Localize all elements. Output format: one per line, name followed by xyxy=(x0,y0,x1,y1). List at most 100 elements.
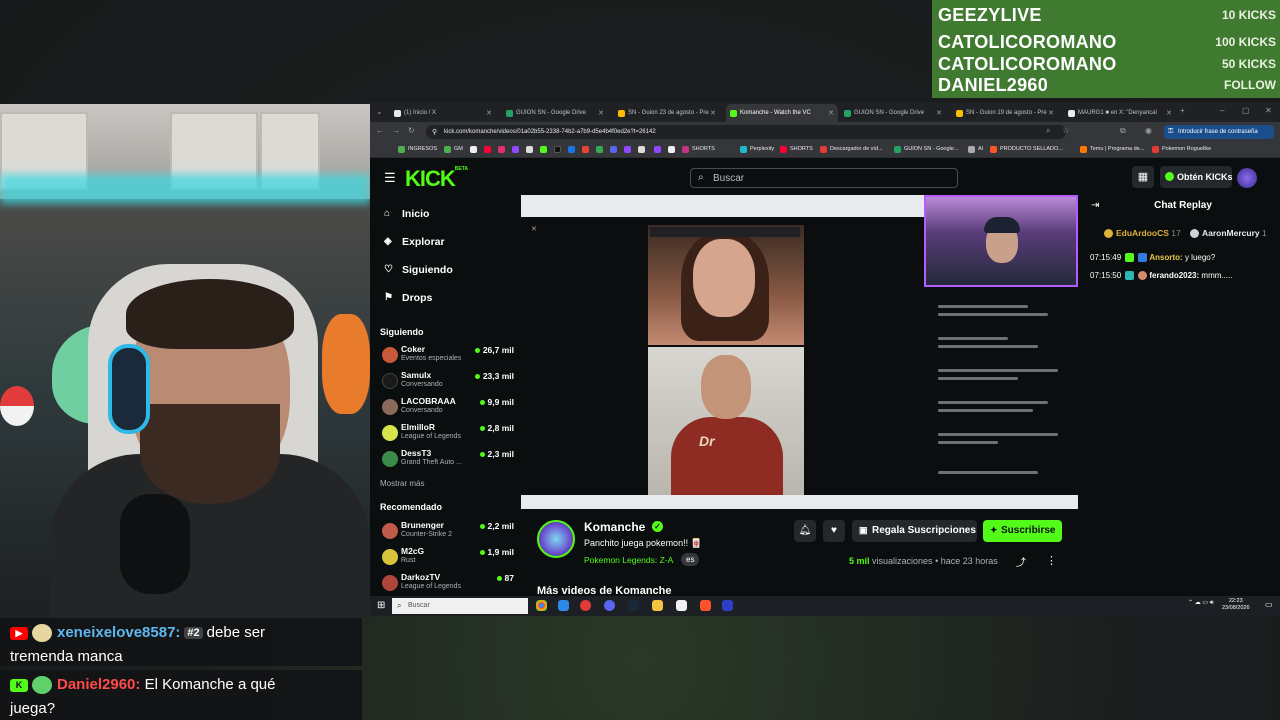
x-bookmark-icon[interactable] xyxy=(470,146,477,153)
close-tab-icon[interactable]: ✕ xyxy=(828,109,834,117)
user-avatar[interactable] xyxy=(1237,168,1257,188)
follow-button[interactable]: ♥ xyxy=(823,520,845,542)
browser-tab[interactable]: GUION SN - Google Drive ✕ xyxy=(502,104,608,122)
gift-subs-button[interactable]: ▣ Regala Suscripciones xyxy=(852,520,977,542)
bookmark-item[interactable]: SHORTS xyxy=(692,146,715,152)
back-icon[interactable]: ← xyxy=(376,126,384,135)
tab-search-icon[interactable]: ⌄ xyxy=(376,107,383,116)
sidebar-channel-m2cg[interactable]: M2cG Rust 1,9 mil xyxy=(380,546,514,570)
file-explorer-icon[interactable] xyxy=(652,600,663,611)
more-options-icon[interactable]: ⋮ xyxy=(1046,554,1057,567)
bookmark-item[interactable]: GUION SN - Google... xyxy=(904,146,958,152)
password-passphrase-button[interactable]: ⚿ Introducir frase de contraseña xyxy=(1164,125,1274,139)
reload-icon[interactable]: ↻ xyxy=(408,126,415,135)
browser-tab[interactable]: SN - Guion 19 de agosto - Pre ✕ xyxy=(952,104,1058,122)
language-tag[interactable]: es xyxy=(681,553,700,566)
video-player[interactable]: ✕ Dr xyxy=(521,195,1078,509)
chrome-icon[interactable] xyxy=(536,600,547,611)
sidebar-channel-brunenger[interactable]: Brunenger Counter-Strike 2 2,2 mil xyxy=(380,520,514,544)
instagram-bookmark-icon[interactable] xyxy=(498,146,505,153)
bookmark-item[interactable]: Perplexity xyxy=(750,146,774,152)
sidebar-channel-lacobraaa[interactable]: LACOBRAAA Conversando 9,9 mil xyxy=(380,396,514,420)
nav-home[interactable]: ⌂ Inicio xyxy=(384,208,429,220)
close-tab-icon[interactable]: ✕ xyxy=(1048,109,1054,117)
chat-username[interactable]: Ansorto: xyxy=(1149,253,1182,262)
steam-icon[interactable] xyxy=(628,600,639,611)
bookmark-item[interactable]: Pokemon Roguelike xyxy=(1162,146,1211,152)
collapse-chat-icon[interactable]: ⇥ xyxy=(1091,200,1099,211)
zoom-icon[interactable]: ⌕ xyxy=(1046,126,1050,136)
notepad-icon[interactable] xyxy=(676,600,687,611)
taskbar-search[interactable]: ⌕ Buscar xyxy=(392,598,528,614)
bookmark-icon[interactable] xyxy=(582,146,589,153)
notifications-button[interactable]: 🔔︎ xyxy=(794,520,816,542)
nav-following[interactable]: ♡ Siguiendo xyxy=(384,264,453,276)
chat-top-gifter[interactable]: AaronMercury 1 xyxy=(1190,228,1267,239)
close-tab-icon[interactable]: ✕ xyxy=(486,109,492,117)
app-icon[interactable] xyxy=(580,600,591,611)
close-tab-icon[interactable]: ✕ xyxy=(936,109,942,117)
channel-avatar-main[interactable] xyxy=(537,520,575,558)
bookmark-icon[interactable] xyxy=(568,146,575,153)
nav-drops[interactable]: ⚑ Drops xyxy=(384,292,432,304)
bookmark-icon[interactable] xyxy=(638,146,645,153)
twitch-bookmark-icon[interactable] xyxy=(512,146,519,153)
forward-icon[interactable]: → xyxy=(392,126,400,135)
sidebar-channel-desst3[interactable]: DessT3 Grand Theft Auto ... 2,3 mil xyxy=(380,448,514,472)
download-bookmark-icon[interactable] xyxy=(526,146,533,153)
bookmark-icon[interactable] xyxy=(596,146,603,153)
bookmark-icon[interactable] xyxy=(624,146,631,153)
close-tab-icon[interactable]: ✕ xyxy=(1166,109,1172,117)
sidebar-channel-samulx[interactable]: Samulx Conversando 23,3 mil xyxy=(380,370,514,394)
close-tab-icon[interactable]: ✕ xyxy=(598,109,604,117)
bookmark-star-icon[interactable]: ☆ xyxy=(1062,126,1069,135)
show-more-link[interactable]: Mostrar más xyxy=(380,479,424,488)
channel-name-main[interactable]: Komanche xyxy=(584,520,645,534)
browser-tab-active[interactable]: Komanche - Watch the VC ✕ xyxy=(726,104,838,122)
maximize-icon[interactable]: ▢ xyxy=(1242,106,1250,115)
get-kicks-button[interactable]: Obtén KICKs xyxy=(1160,166,1233,188)
bookmark-item[interactable]: PRODUCTO SELLADO... xyxy=(1000,146,1063,152)
share-icon[interactable]: ⤴ xyxy=(1016,554,1026,569)
nav-explore[interactable]: ◈ Explorar xyxy=(384,236,445,248)
windows-start-icon[interactable]: ⊞ xyxy=(377,600,385,611)
notification-icon[interactable]: ▭ xyxy=(1265,600,1273,609)
brave-icon[interactable] xyxy=(700,600,711,611)
taskbar-clock[interactable]: 22:23 23/08/2026 xyxy=(1222,598,1250,612)
close-window-icon[interactable]: ✕ xyxy=(1265,106,1272,115)
app-icon[interactable] xyxy=(722,600,733,611)
menu-icon[interactable]: ☰ xyxy=(384,170,396,186)
tiktok-bookmark-icon[interactable] xyxy=(554,146,561,153)
chat-username[interactable]: ferando2023: xyxy=(1149,271,1199,280)
kick-logo[interactable]: KICKBETA xyxy=(405,166,468,192)
bookmark-item[interactable]: INGRESOS xyxy=(408,146,437,152)
app-icon[interactable] xyxy=(558,600,569,611)
url-input[interactable]: ⚲ kick.com/komanche/videos/01a02b55-2338-… xyxy=(426,125,1066,139)
close-tab-icon[interactable]: ✕ xyxy=(710,109,716,117)
browser-tab[interactable]: SN - Guion 23 de agosto - Pre ✕ xyxy=(614,104,720,122)
subscribe-button[interactable]: ✦ Suscribirse xyxy=(983,520,1062,542)
stream-category-link[interactable]: Pokemon Legends: Z-A xyxy=(584,555,673,565)
bookmark-item[interactable]: AI xyxy=(978,146,983,152)
minimize-icon[interactable]: – xyxy=(1220,106,1224,115)
extensions-icon[interactable]: ⧉ xyxy=(1120,126,1126,136)
discord-icon[interactable] xyxy=(604,600,615,611)
library-button[interactable]: ▦ xyxy=(1132,166,1154,188)
bookmark-icon[interactable] xyxy=(668,146,675,153)
bookmark-item[interactable]: Temu | Programa de... xyxy=(1090,146,1144,152)
chat-top-gifter[interactable]: EduArdooCS 17 xyxy=(1104,228,1181,239)
browser-tab[interactable]: MAURG1 ■ en X: "Denyancal ✕ xyxy=(1064,104,1176,122)
kick-bookmark-icon[interactable] xyxy=(540,146,547,153)
browser-tab[interactable]: GUION SN - Google Drive ✕ xyxy=(840,104,946,122)
profile-icon[interactable]: ◉ xyxy=(1145,126,1152,135)
new-tab-icon[interactable]: + xyxy=(1180,106,1185,115)
sidebar-channel-elmillor[interactable]: ElmilloR League of Legends 2,8 mil xyxy=(380,422,514,446)
browser-tab[interactable]: (1) Inicio / X ✕ xyxy=(390,104,496,122)
discord-bookmark-icon[interactable] xyxy=(610,146,617,153)
system-tray[interactable]: ⌃ ☁ ▭ 🔊︎ xyxy=(1188,599,1213,607)
youtube-bookmark-icon[interactable] xyxy=(484,146,491,153)
bookmark-item[interactable]: Descargador de víd... xyxy=(830,146,883,152)
bookmark-item[interactable]: SHORTS xyxy=(790,146,813,152)
search-input[interactable]: ⌕ Buscar xyxy=(690,168,958,188)
bookmark-icon[interactable] xyxy=(654,146,661,153)
